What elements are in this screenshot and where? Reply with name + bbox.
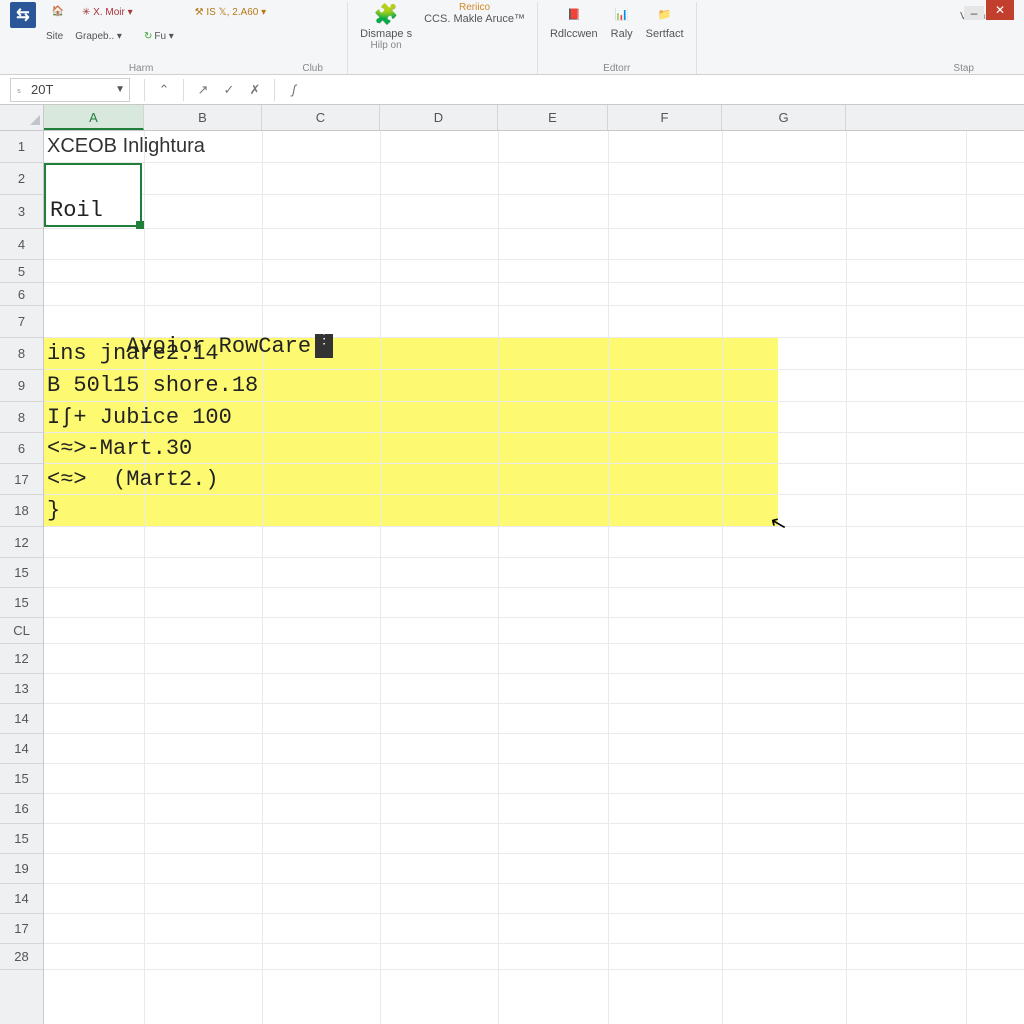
ribbon-sertfact-button[interactable]: 📁Sertfact (640, 2, 690, 57)
row-header-3[interactable]: 3 (0, 195, 43, 229)
ribbon: ⇆ 🏠 ✳ X. Moir ▾ ⚒ IS 𝕏, 2.A60 ▾ Site Gra… (0, 0, 1024, 75)
cell-A1[interactable]: XCEOB Inlightura (47, 135, 205, 158)
ribbon-grapeb-button[interactable]: Grapeb.. ▾ (69, 26, 128, 46)
col-header-A[interactable]: A (44, 105, 144, 130)
name-box[interactable]: ₅ 20T ▼ (10, 78, 130, 102)
cell-A12[interactable]: <≈> (Mart2.) (47, 467, 219, 492)
ribbon-dismapes-button[interactable]: 🧩 Dismape s Hilp on (354, 2, 418, 57)
row-header-25[interactable]: 19 (0, 854, 43, 884)
row-header-20[interactable]: 14 (0, 704, 43, 734)
ribbon-group-stap: Stap (953, 63, 974, 74)
row-header-4[interactable]: 4 (0, 229, 43, 260)
ribbon-raly-button[interactable]: 📊Raly (604, 2, 640, 57)
row-header-14[interactable]: 12 (0, 527, 43, 558)
row-header-1[interactable]: 1 (0, 131, 43, 163)
collapse-button[interactable]: ⌃ (153, 79, 175, 101)
row-header-26[interactable]: 14 (0, 884, 43, 914)
ribbon-rdlccwen-button[interactable]: 📕Rdlccwen (544, 2, 604, 57)
col-header-E[interactable]: E (498, 105, 608, 130)
row-header-7[interactable]: 7 (0, 306, 43, 338)
refresh-icon: ↻ (144, 31, 152, 42)
ribbon-moir-button[interactable]: ✳ X. Moir ▾ (76, 2, 139, 22)
folder-icon: 📁 (653, 2, 677, 26)
ribbon-fu-button[interactable]: ↻Fu ▾ (138, 26, 180, 46)
row-header-27[interactable]: 17 (0, 914, 43, 944)
ribbon-site-button[interactable]: Site (40, 26, 69, 46)
cells-area[interactable]: XCEOB Inlightura Roil Avoior RowCare⋮ in… (44, 131, 1024, 1024)
row-header-19[interactable]: 13 (0, 674, 43, 704)
row-header-9[interactable]: 9 (0, 370, 43, 402)
chevron-down-icon: ▼ (115, 84, 125, 95)
fx-check-button[interactable]: ✓ (218, 79, 240, 101)
row-header-13[interactable]: 18 (0, 495, 43, 527)
cell-A13[interactable]: } (47, 498, 60, 523)
select-all-corner[interactable] (0, 105, 44, 131)
row-header-15[interactable]: 15 (0, 558, 43, 588)
col-header-B[interactable]: B (144, 105, 262, 130)
fill-handle[interactable] (136, 221, 144, 229)
ribbon-is-button[interactable]: ⚒ IS 𝕏, 2.A60 ▾ (189, 2, 273, 22)
ribbon-group-editor: Edtorr (603, 63, 630, 74)
window-minimize-button[interactable]: – (964, 6, 984, 20)
chart-icon: 📊 (610, 2, 634, 26)
puzzle-icon: 🧩 (374, 2, 398, 26)
row-header-28[interactable]: 28 (0, 944, 43, 970)
row-header-6[interactable]: 6 (0, 283, 43, 306)
ribbon-group-club: Club (302, 63, 323, 74)
cell-A3[interactable]: Roil (50, 198, 103, 223)
row-header-24[interactable]: 15 (0, 824, 43, 854)
ribbon-home-icon[interactable]: 🏠 (40, 2, 76, 22)
fx-icon[interactable]: ʃ (283, 79, 305, 101)
row-header-23[interactable]: 16 (0, 794, 43, 824)
row-header-5[interactable]: 5 (0, 260, 43, 283)
col-header-D[interactable]: D (380, 105, 498, 130)
column-headers[interactable]: ABCDEFG (44, 105, 1024, 131)
row-header-11[interactable]: 6 (0, 433, 43, 464)
row-headers[interactable]: 123456789861718121515CL12131414151615191… (0, 131, 44, 1024)
row-header-2[interactable]: 2 (0, 163, 43, 195)
row-header-8[interactable]: 8 (0, 338, 43, 370)
row-header-18[interactable]: 12 (0, 644, 43, 674)
row-header-22[interactable]: 15 (0, 764, 43, 794)
row-header-16[interactable]: 15 (0, 588, 43, 618)
row-header-17[interactable]: CL (0, 618, 43, 644)
app-logo[interactable]: ⇆ (10, 2, 36, 28)
spreadsheet-grid[interactable]: ABCDEFG 123456789861718121515CL121314141… (0, 105, 1024, 1024)
row-header-21[interactable]: 14 (0, 734, 43, 764)
cell-A10[interactable]: Iʃ+ Jubice 100 (47, 405, 232, 430)
window-close-button[interactable]: ✕ (986, 0, 1014, 20)
cell-A8[interactable]: ins jnare2.14 (47, 341, 219, 366)
fx-cancel-button[interactable]: ✗ (244, 79, 266, 101)
row-header-10[interactable]: 8 (0, 402, 43, 433)
ribbon-group-harm: Harm (51, 63, 231, 74)
book-icon: 📕 (562, 2, 586, 26)
menu-dots-icon[interactable]: ⋮ (315, 334, 333, 358)
row-header-12[interactable]: 17 (0, 464, 43, 495)
col-header-F[interactable]: F (608, 105, 722, 130)
fx-arrow-button[interactable]: ↗ (192, 79, 214, 101)
cell-A9[interactable]: B 50l15 shore.18 (47, 373, 258, 398)
selection-box: Roil (44, 163, 142, 227)
cell-A11[interactable]: <≈>-Mart.30 (47, 436, 192, 461)
col-header-G[interactable]: G (722, 105, 846, 130)
formula-bar: ₅ 20T ▼ ⌃ ↗ ✓ ✗ ʃ (0, 75, 1024, 105)
col-header-C[interactable]: C (262, 105, 380, 130)
ribbon-ccs-button[interactable]: Reriico CCS. Makle Aruce™ (418, 2, 531, 57)
